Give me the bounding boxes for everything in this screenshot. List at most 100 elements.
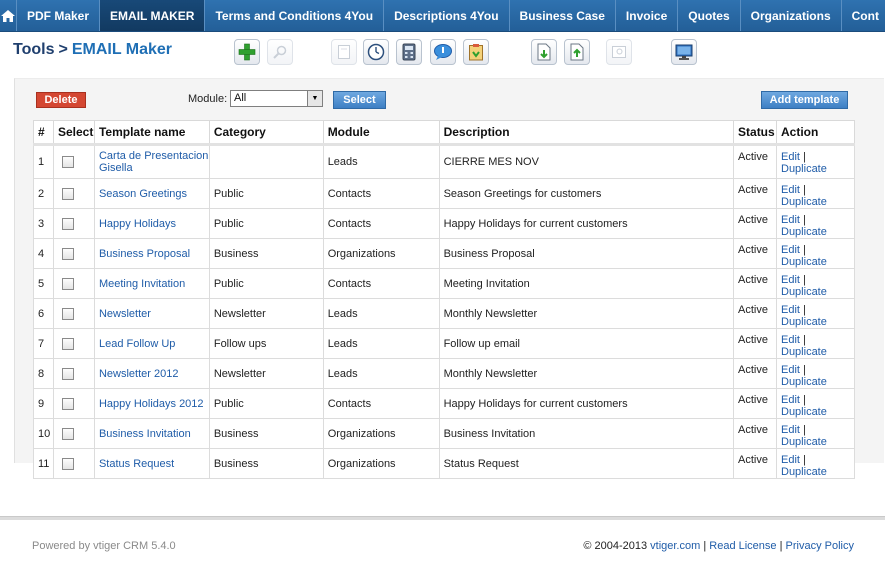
nav-tab[interactable]: Invoice — [616, 0, 679, 31]
edit-link[interactable]: Edit — [781, 151, 800, 163]
col-category[interactable]: Category — [208, 120, 324, 146]
row-description: Follow up email — [438, 328, 735, 359]
duplicate-link[interactable]: Duplicate — [781, 226, 827, 238]
duplicate-link[interactable]: Duplicate — [781, 466, 827, 478]
delete-button[interactable]: Delete — [36, 92, 86, 108]
footer-sep: | — [779, 540, 783, 552]
template-name-link[interactable]: Business Invitation — [99, 428, 191, 440]
row-checkbox[interactable] — [61, 307, 74, 320]
col-module[interactable]: Module — [322, 120, 440, 146]
edit-link[interactable]: Edit — [781, 244, 800, 256]
template-name-link[interactable]: Status Request — [99, 458, 174, 470]
nav-tab[interactable]: Terms and Conditions 4You — [205, 0, 385, 31]
row-category: Business — [208, 418, 324, 449]
edit-link[interactable]: Edit — [781, 214, 800, 226]
nav-tab[interactable]: Quotes — [678, 0, 741, 31]
edit-link[interactable]: Edit — [781, 394, 800, 406]
row-actions: Edit | Duplicate — [776, 358, 855, 389]
duplicate-link[interactable]: Duplicate — [781, 256, 827, 268]
module-select[interactable]: All ▼ — [230, 90, 323, 107]
col-status[interactable]: Status — [733, 120, 777, 146]
search-icon — [273, 45, 287, 59]
preview-icon — [612, 46, 626, 58]
clock-button[interactable] — [363, 39, 389, 65]
row-checkbox[interactable] — [61, 247, 74, 260]
clipboard-button[interactable] — [463, 39, 489, 65]
row-category: Follow ups — [208, 328, 324, 359]
preview-button[interactable] — [606, 39, 632, 65]
row-checkbox[interactable] — [61, 187, 74, 200]
row-select-cell — [52, 298, 95, 329]
duplicate-link[interactable]: Duplicate — [781, 316, 827, 328]
row-checkbox[interactable] — [61, 337, 74, 350]
col-template-name[interactable]: Template name — [93, 120, 210, 146]
nav-tab[interactable]: EMAIL MAKER — [100, 0, 206, 31]
nav-tab[interactable]: Descriptions 4You — [384, 0, 510, 31]
template-name-link[interactable]: Business Proposal — [99, 248, 190, 260]
read-license-link[interactable]: Read License — [709, 540, 776, 552]
privacy-policy-link[interactable]: Privacy Policy — [786, 540, 854, 552]
row-num: 9 — [33, 388, 54, 419]
row-checkbox[interactable] — [61, 367, 74, 380]
col-action: Action — [776, 120, 855, 146]
row-select-cell — [52, 268, 95, 299]
row-checkbox[interactable] — [61, 217, 74, 230]
duplicate-link[interactable]: Duplicate — [781, 436, 827, 448]
edit-link[interactable]: Edit — [781, 334, 800, 346]
duplicate-link[interactable]: Duplicate — [781, 346, 827, 358]
vtiger-link[interactable]: vtiger.com — [650, 540, 700, 552]
monitor-button[interactable] — [671, 39, 697, 65]
row-checkbox[interactable] — [61, 277, 74, 290]
monitor-icon — [675, 44, 693, 60]
table-row: 8 Newsletter 2012 Newsletter Leads Monthly N… — [33, 358, 855, 389]
template-name-link[interactable]: Lead Follow Up — [99, 338, 175, 350]
template-name-link[interactable]: Happy Holidays — [99, 218, 176, 230]
duplicate-link[interactable]: Duplicate — [781, 376, 827, 388]
row-status: Active — [733, 448, 777, 479]
duplicate-link[interactable]: Duplicate — [781, 286, 827, 298]
table-row: 7 Lead Follow Up Follow ups Leads Follow up … — [33, 328, 855, 359]
duplicate-link[interactable]: Duplicate — [781, 406, 827, 418]
breadcrumb-parent[interactable]: Tools — [13, 41, 54, 58]
template-name-link[interactable]: Newsletter — [99, 308, 151, 320]
edit-link[interactable]: Edit — [781, 184, 800, 196]
row-checkbox[interactable] — [61, 156, 74, 168]
nav-tab[interactable]: Cont — [842, 0, 885, 31]
edit-link[interactable]: Edit — [781, 454, 800, 466]
search-button[interactable] — [267, 39, 293, 65]
template-name-link[interactable]: Happy Holidays 2012 — [99, 398, 204, 410]
template-name-link[interactable]: Carta de Presentacion Gisella — [99, 150, 208, 174]
add-template-button[interactable]: Add template — [761, 91, 848, 109]
action-separator: | — [803, 244, 806, 256]
edit-link[interactable]: Edit — [781, 364, 800, 376]
duplicate-link[interactable]: Duplicate — [781, 196, 827, 208]
template-name-link[interactable]: Season Greetings — [99, 188, 187, 200]
edit-link[interactable]: Edit — [781, 304, 800, 316]
export-template-button[interactable] — [564, 39, 590, 65]
duplicate-link[interactable]: Duplicate — [781, 163, 827, 175]
row-checkbox[interactable] — [61, 457, 74, 470]
select-button[interactable]: Select — [333, 91, 386, 109]
edit-link[interactable]: Edit — [781, 274, 800, 286]
import-template-button[interactable] — [531, 39, 557, 65]
row-module: Leads — [322, 144, 440, 179]
import-button[interactable] — [331, 39, 357, 65]
row-status: Active — [733, 418, 777, 449]
template-name-link[interactable]: Meeting Invitation — [99, 278, 185, 290]
row-module: Contacts — [322, 208, 440, 239]
col-description[interactable]: Description — [438, 120, 735, 146]
template-name-link[interactable]: Newsletter 2012 — [99, 368, 179, 380]
row-status: Active — [733, 208, 777, 239]
chat-button[interactable] — [430, 39, 456, 65]
row-checkbox[interactable] — [61, 397, 74, 410]
nav-tab[interactable]: Business Case — [510, 0, 616, 31]
nav-tab[interactable]: Organizations — [741, 0, 842, 31]
row-category: Public — [208, 208, 324, 239]
nav-tab[interactable]: PDF Maker — [17, 0, 101, 31]
add-button[interactable] — [234, 39, 260, 65]
home-button[interactable] — [0, 0, 17, 31]
calculator-button[interactable] — [396, 39, 422, 65]
table-body: 1 Carta de Presentacion Gisella Leads CIERR… — [33, 144, 855, 479]
edit-link[interactable]: Edit — [781, 424, 800, 436]
row-checkbox[interactable] — [61, 427, 74, 440]
